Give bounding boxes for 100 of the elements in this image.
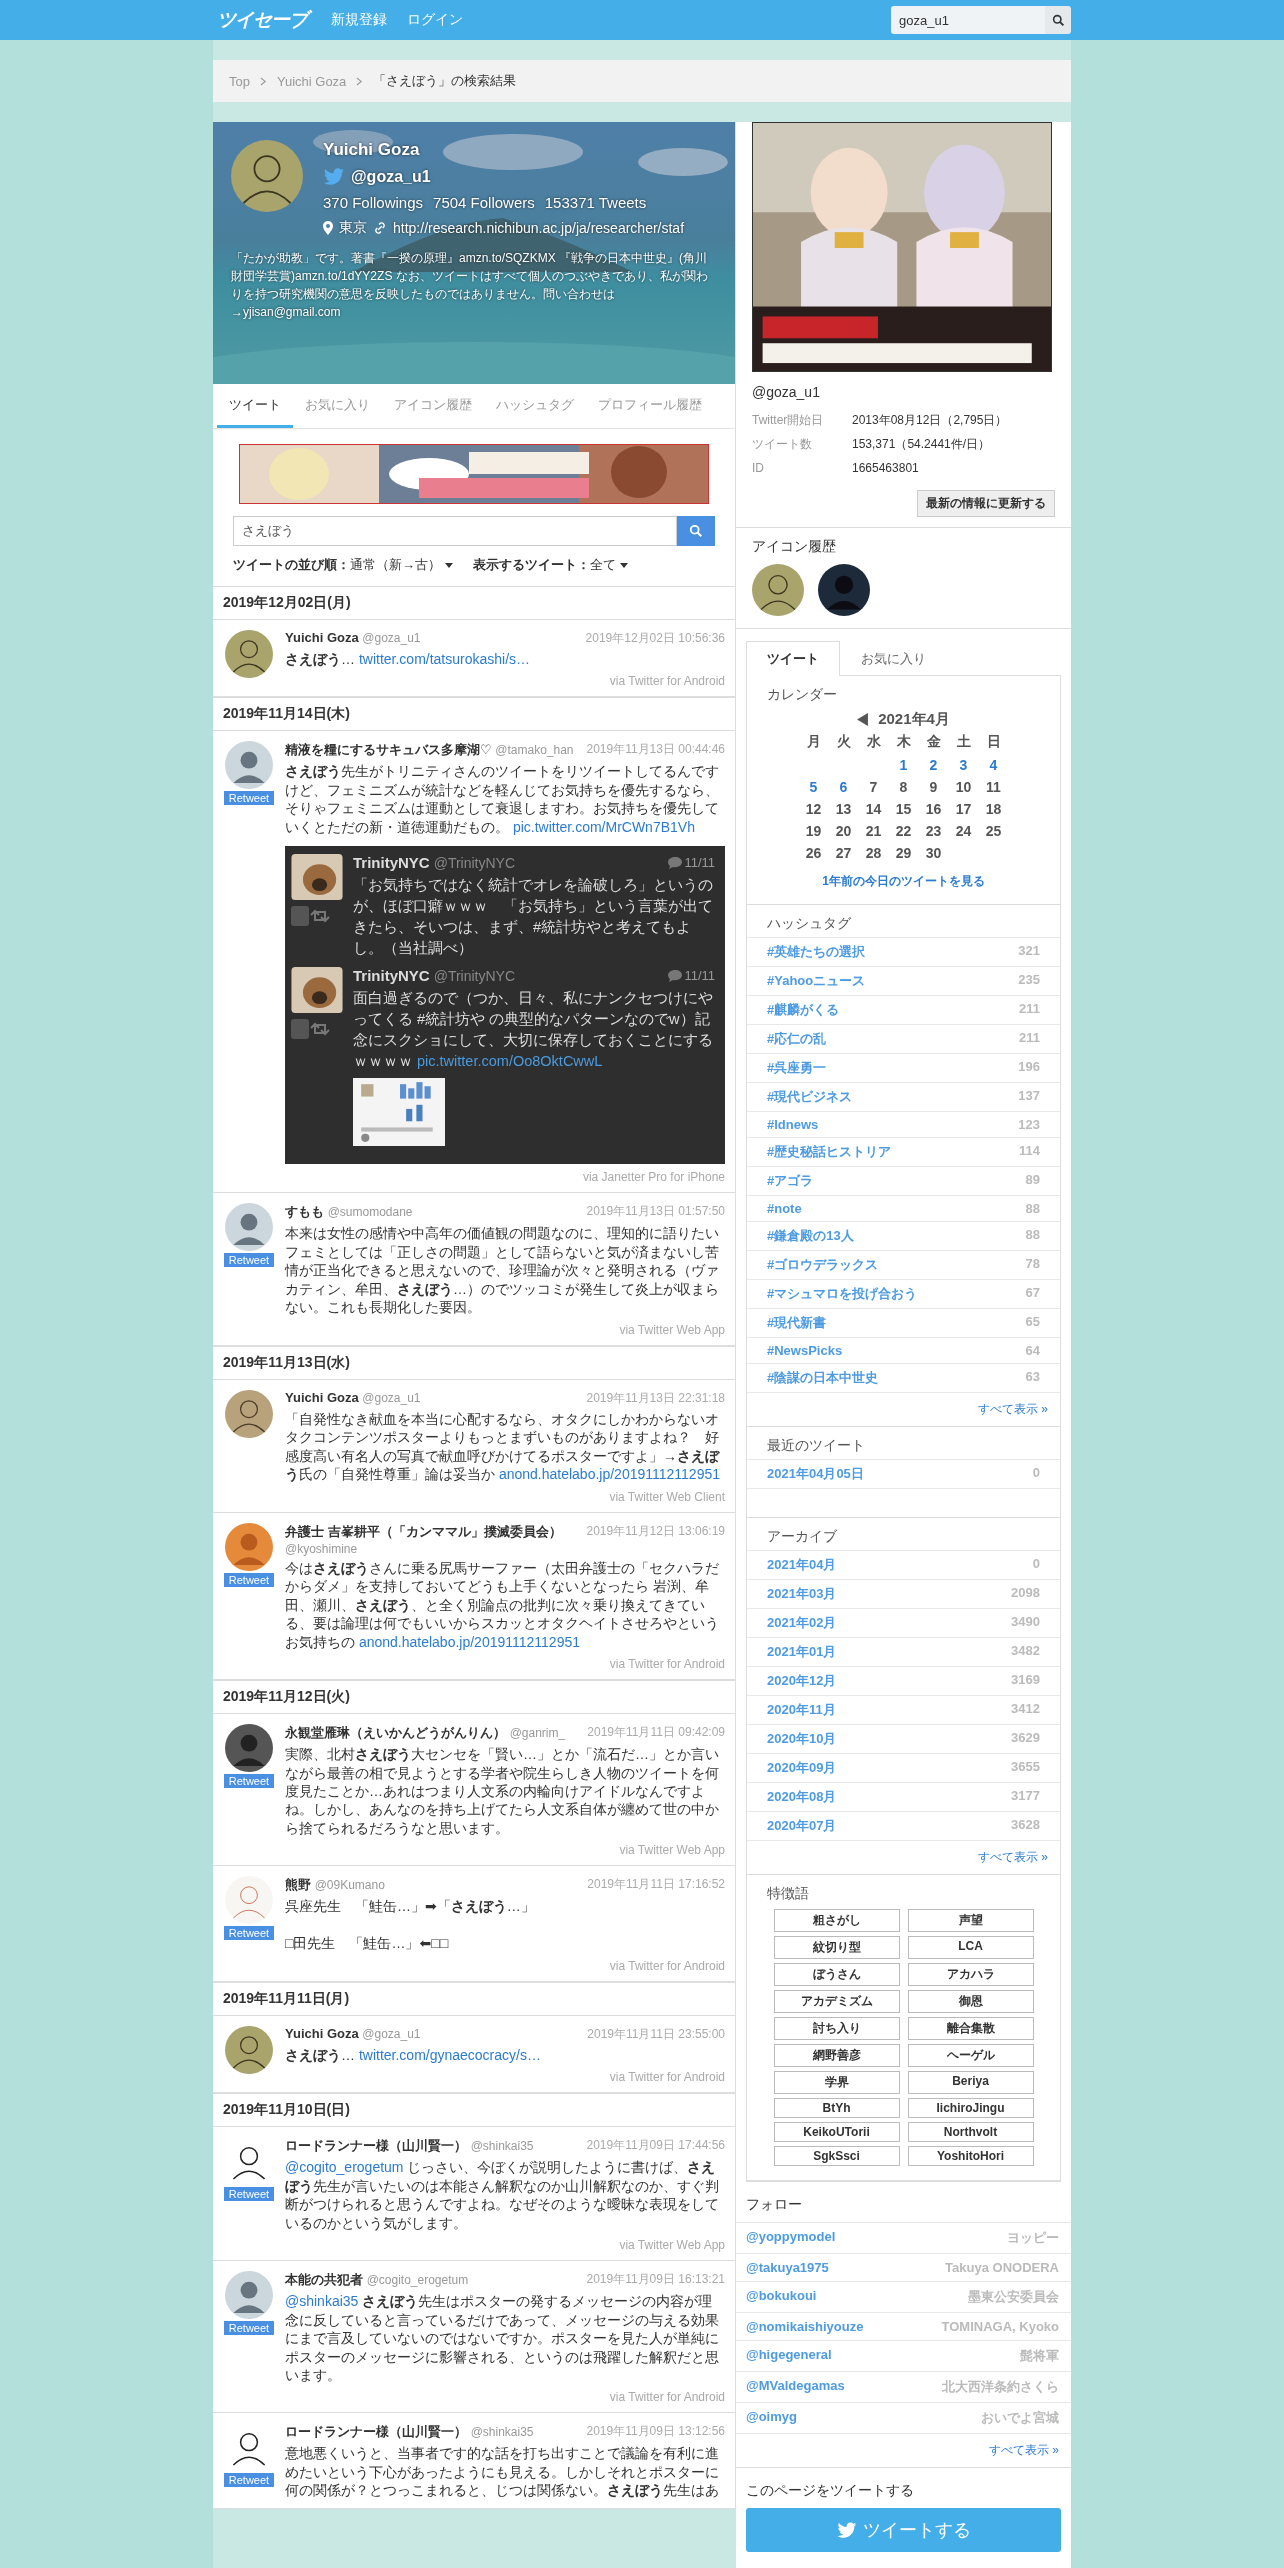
refresh-button[interactable]: 最新の情報に更新する	[917, 490, 1055, 517]
user-name[interactable]: TrinityNYC	[353, 854, 430, 872]
month-link[interactable]: 2020年09月	[767, 1759, 837, 1777]
link[interactable]: @shinkai35	[285, 2293, 359, 2310]
hashtag-link[interactable]: #ゴロウデラックス	[767, 1256, 879, 1274]
hashtag-link[interactable]: #note	[767, 1201, 802, 1216]
hashtag-link[interactable]: #歴史秘話ヒストリア	[767, 1143, 892, 1161]
keyword-tag[interactable]: 討ち入り	[773, 2017, 900, 2040]
month-link[interactable]: 2020年07月	[767, 1817, 837, 1835]
keyword-tag[interactable]: 声望	[907, 1909, 1034, 1932]
day-link[interactable]: 2	[919, 757, 948, 773]
tweet-time[interactable]: 2019年11月09日 13:12:56	[586, 2423, 725, 2441]
keyword-tag[interactable]: KeikoUTorii	[773, 2122, 900, 2142]
tweet-time[interactable]: 2019年11月13日 22:31:18	[586, 1389, 725, 1407]
show-all-link[interactable]: すべて表示 »	[978, 1850, 1048, 1864]
tweet-time[interactable]: 2019年11月09日 16:13:21	[586, 2271, 725, 2289]
hashtag-link[interactable]: #アゴラ	[767, 1172, 814, 1190]
avatar[interactable]	[225, 2025, 273, 2074]
link[interactable]: pic.twitter.com/Oo8OktCwwL	[417, 1053, 603, 1070]
user-name[interactable]: Yuichi Goza	[285, 2025, 359, 2041]
keyword-tag[interactable]: 御恩	[907, 1990, 1034, 2013]
option-dropdown[interactable]: 通常（新→古）	[350, 556, 453, 574]
hashtag-link[interactable]: #マシュマロを投げ合おう	[767, 1285, 918, 1303]
day-link[interactable]: 5	[799, 779, 828, 795]
user-handle[interactable]: @goza_u1	[362, 1390, 421, 1405]
keyword-tag[interactable]: 粗さがし	[773, 1909, 900, 1932]
link[interactable]: anond.hatelabo.jp/20191112112951	[358, 1633, 580, 1650]
breadcrumb-link[interactable]: Yuichi Goza	[276, 73, 347, 89]
avatar[interactable]	[225, 630, 273, 678]
user-handle[interactable]: @MValdegamas	[746, 2378, 845, 2396]
user-name[interactable]: 永観堂雁琳（えいかんどうがんりん）	[285, 1725, 506, 1741]
user-handle[interactable]: @higegeneral	[746, 2347, 832, 2365]
keyword-tag[interactable]: アカデミズム	[773, 1990, 900, 2013]
profile-stat[interactable]: 7504 Followers	[433, 194, 535, 211]
month-link[interactable]: 2021年02月	[767, 1614, 837, 1632]
user-handle[interactable]: @takuya1975	[746, 2260, 829, 2275]
day-link[interactable]: 3	[949, 757, 978, 773]
user-handle[interactable]: @tamako_han	[495, 743, 574, 758]
hashtag-link[interactable]: #英雄たちの選択	[767, 943, 866, 961]
nav-link[interactable]: 新規登録	[331, 11, 387, 29]
user-handle[interactable]: @sumomodane	[327, 1205, 413, 1220]
user-handle[interactable]: @nomikaishiyouze	[746, 2319, 864, 2334]
avatar[interactable]	[818, 564, 870, 616]
tab[interactable]: アイコン履歴	[382, 384, 484, 428]
user-handle[interactable]: @TrinityNYC	[433, 854, 516, 871]
tab[interactable]: ツイート	[746, 641, 840, 676]
keyword-tag[interactable]: BtYh	[773, 2098, 900, 2118]
user-handle[interactable]: @shinkai35	[470, 2139, 534, 2154]
tab[interactable]: お気に入り	[840, 641, 947, 676]
month-link[interactable]: 2020年08月	[767, 1788, 837, 1806]
tweet-time[interactable]: 2019年12月02日 10:56:36	[585, 630, 725, 647]
day-link[interactable]: 1	[889, 757, 918, 773]
user-handle[interactable]: @TrinityNYC	[433, 967, 516, 984]
user-handle[interactable]: @yoppymodel	[746, 2229, 836, 2247]
nav-link[interactable]: ログイン	[407, 11, 463, 29]
avatar[interactable]	[225, 1389, 273, 1438]
keyword-tag[interactable]: Northvolt	[907, 2122, 1034, 2142]
hashtag-link[interactable]: #応仁の乱	[767, 1030, 827, 1048]
keyword-tag[interactable]: 紋切り型	[773, 1936, 900, 1959]
user-handle[interactable]: @09Kumano	[314, 1878, 385, 1893]
tab[interactable]: ハッシュタグ	[484, 384, 586, 428]
link[interactable]: 1年前の今日のツイートを見る	[767, 873, 1040, 890]
tab[interactable]: お気に入り	[293, 384, 382, 428]
keyword-tag[interactable]: LCA	[907, 1936, 1034, 1959]
keyword-tag[interactable]: ヘーゲル	[907, 2044, 1034, 2067]
tweet-time[interactable]: 2019年11月11日 23:55:00	[587, 2025, 725, 2043]
keyword-tag[interactable]: 学界	[773, 2071, 900, 2094]
user-handle[interactable]: @cogito_erogetum	[366, 2273, 469, 2288]
user-name[interactable]: Yuichi Goza	[285, 1389, 359, 1405]
user-name[interactable]: TrinityNYC	[353, 967, 430, 985]
keyword-tag[interactable]: アカハラ	[907, 1963, 1034, 1986]
show-all-link[interactable]: すべて表示 »	[989, 2443, 1059, 2457]
day-link[interactable]: 4	[979, 757, 1008, 773]
keyword-tag[interactable]: IichiroJingu	[907, 2098, 1034, 2118]
avatar[interactable]	[225, 1724, 273, 1773]
hashtag-link[interactable]: #陰謀の日本中世史	[767, 1369, 879, 1387]
hashtag-link[interactable]: #Yahooニュース	[767, 972, 866, 990]
previous-month-icon[interactable]	[857, 713, 869, 726]
user-name[interactable]: ロードランナー様（山川賢一）	[285, 2138, 467, 2154]
user-handle[interactable]: @ganrim_	[509, 1726, 566, 1741]
tweet-time[interactable]: 2019年11月11日 09:42:09	[587, 1724, 725, 1742]
keyword-tag[interactable]: ぼうさん	[773, 1963, 900, 1986]
keyword-tag[interactable]: SgkSsci	[773, 2146, 900, 2166]
keyword-tag[interactable]: 網野善彦	[773, 2044, 900, 2067]
breadcrumb-link[interactable]: Top	[229, 73, 250, 89]
keyword-tag[interactable]: 離合集散	[907, 2017, 1034, 2040]
hashtag-link[interactable]: #呉座勇一	[767, 1059, 827, 1077]
tab[interactable]: ツイート	[217, 384, 293, 428]
profile-stat[interactable]: 370 Followings	[323, 194, 424, 211]
tweet-time[interactable]: 2019年11月12日 13:06:19	[586, 1522, 725, 1540]
link[interactable]: twitter.com/tatsurokashi/s…	[358, 651, 531, 667]
user-handle[interactable]: @goza_u1	[362, 631, 421, 645]
hashtag-link[interactable]: #鎌倉殿の13人	[767, 1227, 854, 1245]
tweet-time[interactable]: 2019年11月13日 00:44:46	[586, 741, 725, 759]
user-name[interactable]: すもも	[285, 1204, 324, 1220]
user-name[interactable]: 本能の共犯者	[285, 2272, 363, 2288]
hashtag-link[interactable]: #現代ビジネス	[767, 1088, 853, 1106]
search-button[interactable]	[1045, 6, 1071, 34]
keyword-tag[interactable]: YoshitoHori	[907, 2146, 1034, 2166]
hashtag-link[interactable]: #麒麟がくる	[767, 1001, 840, 1019]
